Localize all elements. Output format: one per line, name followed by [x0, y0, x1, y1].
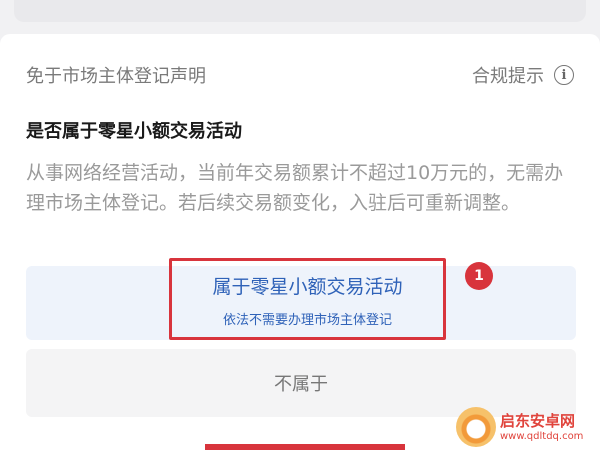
watermark-logo-icon — [456, 407, 496, 447]
compliance-tip-label: 合规提示 — [472, 66, 544, 87]
question-title: 是否属于零星小额交易活动 — [26, 121, 242, 142]
watermark-title: 启东安卓网 — [500, 411, 576, 430]
info-icon: i — [554, 65, 574, 85]
annotation-step-badge: 1 — [465, 262, 493, 290]
option-no-label: 不属于 — [274, 374, 328, 395]
annotation-highlight-box — [169, 258, 446, 340]
question-description: 从事网络经营活动，当前年交易额累计不超过10万元的，无需办理市场主体登记。若后续… — [26, 162, 564, 214]
compliance-tip-link[interactable]: 合规提示 i — [472, 62, 574, 88]
site-watermark: 启东安卓网 www.qdltdq.com — [456, 404, 600, 450]
previous-card — [0, 0, 600, 22]
header-title: 免于市场主体登记声明 — [26, 66, 206, 87]
declaration-header: 免于市场主体登记声明 合规提示 i — [26, 62, 574, 88]
watermark-text: 启东安卓网 www.qdltdq.com — [500, 412, 583, 443]
watermark-url: www.qdltdq.com — [500, 430, 584, 442]
bottom-red-bar — [205, 444, 405, 450]
previous-card-inner — [14, 0, 586, 22]
